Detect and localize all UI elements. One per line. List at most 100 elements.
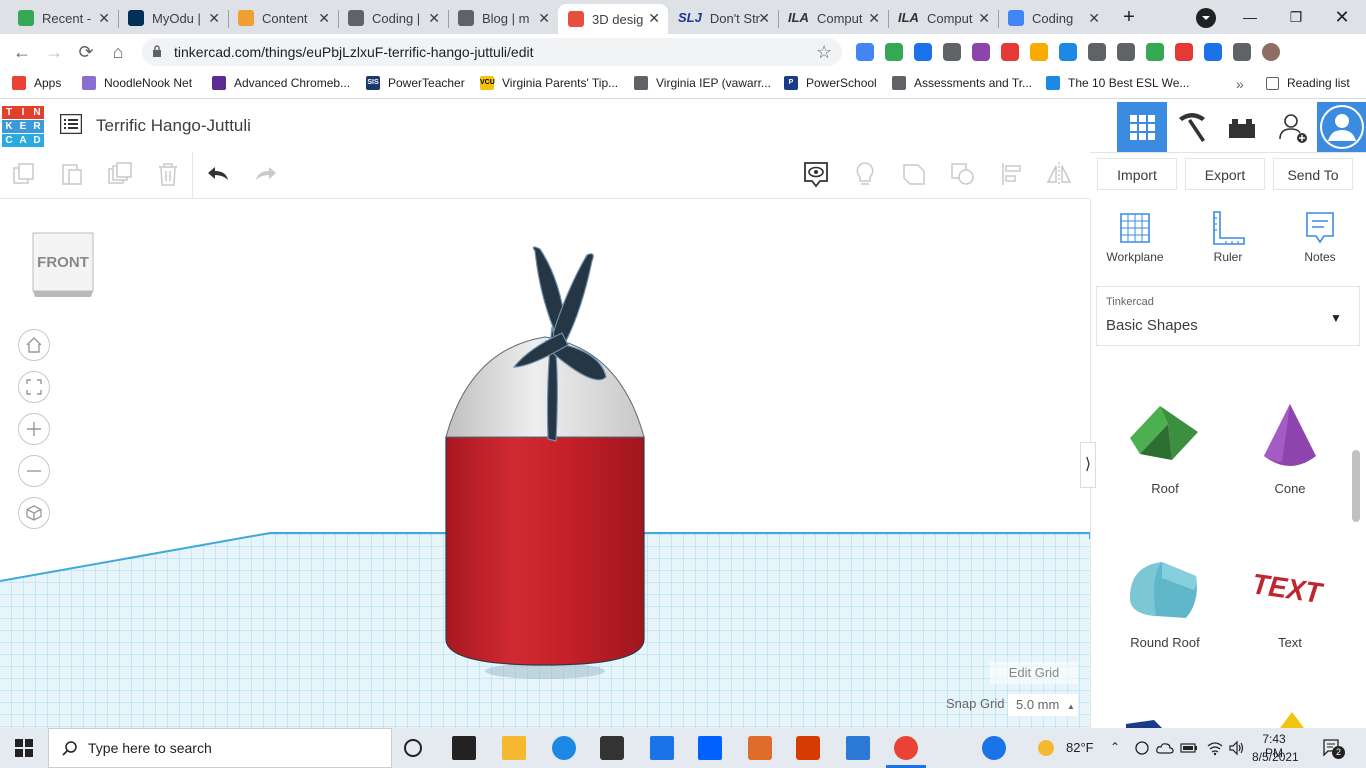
photos-icon[interactable] [846,736,870,760]
close-tab-icon[interactable]: ✕ [1088,10,1100,27]
text-shape[interactable]: TEXT [1252,564,1332,610]
snap-grid-select[interactable]: 5.0 mm ▲ [1008,694,1078,716]
new-tab-button[interactable]: + [1116,6,1142,28]
todoist-ext-icon[interactable] [1001,43,1019,61]
mail-icon[interactable] [650,736,674,760]
zoom-out-button[interactable] [18,455,50,487]
view-cube[interactable]: FRONT [32,232,94,298]
partial-shape-2[interactable] [1278,710,1306,728]
browser-tab[interactable]: Blog | m ✕ [448,4,558,32]
red-cylinder[interactable] [445,436,645,666]
edge-browser-icon[interactable] [552,736,576,760]
browser-tab[interactable]: Recent - ✕ [8,4,118,32]
import-button[interactable]: Import [1097,158,1177,190]
bookmark-item[interactable]: SIS PowerTeacher [366,76,465,90]
dropbox-icon[interactable] [698,736,722,760]
chrome-ext-icon[interactable] [856,43,874,61]
highlighter-ext-icon[interactable] [1030,43,1048,61]
3d-view-button[interactable] [1117,102,1167,152]
back-button[interactable]: ← [10,40,34,64]
meet-now-icon[interactable] [1134,740,1150,756]
reading-list-button[interactable]: Reading list [1266,76,1350,90]
minimize-button[interactable]: — [1228,4,1272,30]
forward-button[interactable]: → [42,40,66,64]
delete-icon[interactable] [154,160,182,188]
notes-visibility-icon[interactable] [802,160,830,188]
bookmark-item[interactable]: NoodleNook Net [82,76,192,90]
calendar-ext-icon[interactable] [914,43,932,61]
send-to-button[interactable]: Send To [1273,158,1353,190]
browser-tab[interactable]: ILA Comput ✕ [778,4,888,32]
bookmark-item[interactable]: The 10 Best ESL We... [1046,76,1189,90]
office-icon[interactable] [796,736,820,760]
file-explorer-icon[interactable] [502,736,526,760]
panel-scrollbar[interactable] [1352,450,1360,522]
pen-ext-icon[interactable] [943,43,961,61]
tools-ext-icon[interactable] [972,43,990,61]
speaker-icon[interactable] [1228,740,1246,756]
close-tab-icon[interactable]: ✕ [868,10,880,27]
workplane-scene[interactable] [0,199,1090,728]
close-window-button[interactable]: ✕ [1320,4,1364,30]
chrome-taskbar-icon[interactable] [894,736,918,760]
browser-tab[interactable]: Coding | ✕ [338,4,448,32]
notes-tool[interactable]: Notes [1285,210,1355,264]
badge-ext-icon[interactable] [1204,43,1222,61]
ungroup-icon[interactable] [949,160,977,188]
align-icon[interactable] [998,160,1026,188]
close-tab-icon[interactable]: ✕ [648,10,660,27]
browser-tab[interactable]: SLJ Don't Str ✕ [668,4,778,32]
3d-workplane-viewport[interactable] [0,199,1090,728]
profile-avatar-icon[interactable] [1262,43,1280,61]
ruler-tool[interactable]: Ruler [1193,210,1263,264]
design-title[interactable]: Terrific Hango-Juttuli [96,116,251,136]
battery-icon[interactable] [1180,741,1198,755]
sublime-icon[interactable] [748,736,772,760]
bookmark-item[interactable]: Apps [12,76,61,90]
profile-dropdown-icon[interactable] [1196,8,1216,28]
bricks-view-button[interactable] [1217,102,1267,152]
grammar-ext-icon[interactable] [1146,43,1164,61]
duplicate-icon[interactable] [106,160,134,188]
shape-library-dropdown[interactable] [1096,286,1360,346]
workplane-tool[interactable]: Workplane [1100,210,1170,264]
copy-icon[interactable] [10,160,38,188]
onedrive-icon[interactable] [1156,740,1174,756]
home-view-button[interactable] [18,329,50,361]
design-list-icon[interactable] [60,114,82,134]
browser-tab[interactable]: MyOdu | ✕ [118,4,228,32]
puzzle-extensions-icon[interactable] [1233,43,1251,61]
close-tab-icon[interactable]: ✕ [538,10,550,27]
bookmark-item[interactable]: P PowerSchool [784,76,877,90]
microsoft-store-icon[interactable] [600,736,624,760]
invite-user-button[interactable] [1267,102,1317,152]
accessibility-ext-icon[interactable] [1088,43,1106,61]
sun-weather-icon[interactable] [1036,738,1056,758]
close-tab-icon[interactable]: ✕ [208,10,220,27]
clock-date[interactable]: 8/5/2021 [1252,750,1299,764]
mirror-icon[interactable] [1045,160,1073,188]
notification-center-button[interactable]: 2 [1322,738,1345,759]
bookmark-item[interactable]: VCU Virginia Parents' Tip... [480,76,618,90]
minecraft-view-button[interactable] [1167,102,1217,152]
fit-view-button[interactable] [18,371,50,403]
bookmark-star-icon[interactable]: ☆ [816,42,832,63]
bookmark-item[interactable]: Virginia IEP (vawarr... [634,76,771,90]
screencast-ext-icon[interactable] [1059,43,1077,61]
translate-ext-icon[interactable] [885,43,903,61]
bookmark-item[interactable]: Advanced Chromeb... [212,76,350,90]
temperature[interactable]: 82°F [1066,740,1094,755]
partial-shape[interactable] [1124,714,1164,728]
wifi-icon[interactable] [1206,740,1224,756]
chevron-up-icon[interactable]: ⌃ [1110,740,1120,754]
export-button[interactable]: Export [1185,158,1265,190]
roof-shape[interactable] [1128,402,1202,466]
help-icon[interactable] [982,736,1006,760]
home-button[interactable]: ⌂ [106,40,130,64]
user-avatar[interactable] [1317,102,1366,152]
perspective-button[interactable] [18,497,50,529]
windows-start-icon[interactable] [14,738,34,758]
browser-tab[interactable]: Content ✕ [228,4,338,32]
zoom-in-button[interactable] [18,413,50,445]
undo-icon[interactable] [204,160,232,188]
